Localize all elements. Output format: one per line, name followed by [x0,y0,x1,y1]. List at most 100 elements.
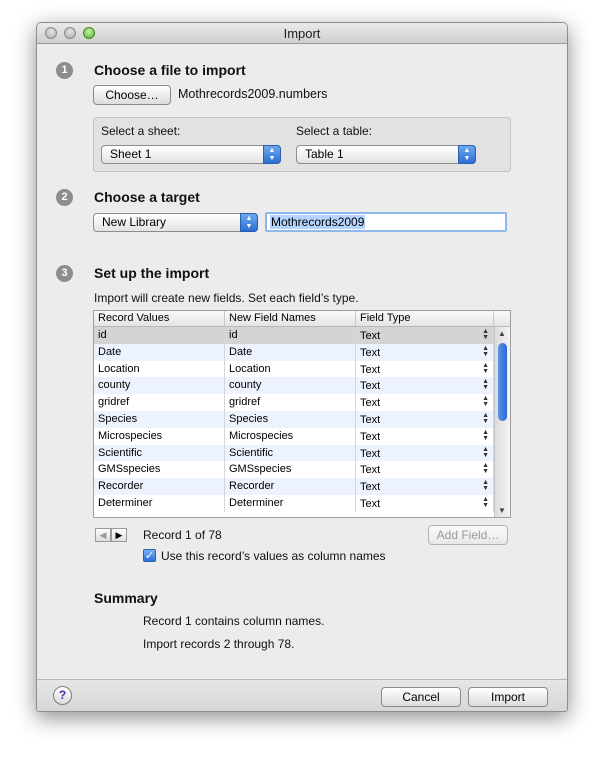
table-row[interactable]: gridref gridref Text ▲ ▼ [94,394,494,411]
record-value-cell: Date [94,343,225,361]
field-type-select[interactable]: Text ▲ ▼ [356,327,494,344]
table-row[interactable]: county county Text ▲ ▼ [94,377,494,395]
field-name-cell[interactable]: Microspecies [225,427,356,445]
use-column-names-checkbox[interactable]: ✓ [143,549,156,562]
table-body: id id Text ▲ ▼ Date Date Text ▲ ▼ Location L… [94,327,494,512]
scroll-thumb[interactable] [498,343,507,421]
table-row[interactable]: Species Species Text ▲ ▼ [94,410,494,428]
record-value-cell: Location [94,360,225,378]
field-name-cell[interactable]: GMSspecies [225,461,356,479]
stepper-arrows-icon: ▲ ▼ [482,328,489,341]
record-value-cell: Species [94,410,225,428]
field-type-select[interactable]: Text ▲ ▼ [356,461,494,479]
stepper-arrows-icon: ▲ ▼ [482,378,489,392]
summary-line-2: Import records 2 through 78. [143,637,295,651]
field-type-select[interactable]: Text ▲ ▼ [356,360,494,378]
scroll-up-icon[interactable]: ▲ [498,329,506,338]
field-name-cell[interactable]: Recorder [225,478,356,495]
table-row[interactable]: Scientific Scientific Text ▲ ▼ [94,444,494,462]
import-description: Import will create new fields. Set each … [94,291,359,305]
popup-arrows-icon: ▲ ▼ [240,213,258,232]
stepper-arrows-icon: ▲ ▼ [482,344,489,358]
table-select[interactable]: Table 1 ▲ ▼ [296,145,476,164]
target-select[interactable]: New Library ▲ ▼ [93,213,258,232]
field-name-cell[interactable]: Determiner [225,494,356,512]
field-type-select[interactable]: Text ▲ ▼ [356,444,494,462]
use-column-names-label[interactable]: Use this record’s values as column names [161,549,386,563]
table-row[interactable]: Determiner Determiner Text ▲ ▼ [94,494,494,512]
field-type-select[interactable]: Text ▲ ▼ [356,427,494,445]
table-header: Record Values New Field Names Field Type [94,311,510,327]
target-select-value: New Library [102,215,167,229]
step-3-heading: Set up the import [94,265,210,281]
import-dialog: Import 1 Choose a file to import Choose…… [36,22,568,712]
select-table-label: Select a table: [296,124,373,138]
table-row[interactable]: Recorder Recorder Text ▲ ▼ [94,478,494,495]
table-row[interactable]: Location Location Text ▲ ▼ [94,360,494,378]
stepper-arrows-icon: ▲ ▼ [482,361,489,375]
stepper-arrows-icon: ▲ ▼ [482,445,489,459]
sheet-select-value: Sheet 1 [110,147,152,161]
field-mapping-table: Record Values New Field Names Field Type… [93,310,511,518]
step-1-heading: Choose a file to import [94,62,246,78]
table-select-value: Table 1 [305,147,344,161]
cancel-button[interactable]: Cancel [381,687,461,707]
step-2-heading: Choose a target [94,189,200,205]
table-row[interactable]: Microspecies Microspecies Text ▲ ▼ [94,427,494,445]
step-3-badge: 3 [56,265,73,282]
stepper-arrows-icon: ▲ ▼ [482,428,489,442]
popup-arrows-icon: ▲ ▼ [458,145,476,164]
popup-arrows-icon: ▲ ▼ [263,145,281,164]
field-name-cell[interactable]: Species [225,410,356,428]
file-name: Mothrecords2009.numbers [178,87,328,101]
record-value-cell: Recorder [94,478,225,495]
help-icon[interactable]: ? [53,686,72,705]
stepper-arrows-icon: ▲ ▼ [482,479,489,493]
column-header-record-values[interactable]: Record Values [94,311,225,326]
field-type-select[interactable]: Text ▲ ▼ [356,343,494,361]
window-title: Import [283,26,321,41]
stepper-arrows-icon: ▲ ▼ [482,495,489,509]
record-value-cell: GMSspecies [94,461,225,479]
previous-record-button[interactable]: ◀ [95,528,111,542]
field-name-cell[interactable]: gridref [225,394,356,411]
column-header-field-type[interactable]: Field Type [356,311,494,326]
add-field-button[interactable]: Add Field… [428,525,508,545]
record-status: Record 1 of 78 [143,528,222,542]
record-value-cell: id [94,327,225,344]
field-name-cell[interactable]: Date [225,343,356,361]
field-name-cell[interactable]: id [225,327,356,344]
table-scrollbar[interactable]: ▲ ▼ [494,327,510,517]
summary-heading: Summary [94,590,158,606]
field-type-select[interactable]: Text ▲ ▼ [356,377,494,395]
summary-line-1: Record 1 contains column names. [143,614,325,628]
next-record-button[interactable]: ▶ [111,528,127,542]
sheet-select[interactable]: Sheet 1 ▲ ▼ [101,145,281,164]
table-row[interactable]: Date Date Text ▲ ▼ [94,343,494,361]
select-sheet-label: Select a sheet: [101,124,181,138]
stepper-arrows-icon: ▲ ▼ [482,462,489,476]
column-header-field-names[interactable]: New Field Names [225,311,356,326]
record-value-cell: gridref [94,394,225,411]
table-row[interactable]: id id Text ▲ ▼ [94,327,494,344]
table-row[interactable]: GMSspecies GMSspecies Text ▲ ▼ [94,461,494,479]
field-type-select[interactable]: Text ▲ ▼ [356,494,494,512]
sheet-table-group: Select a sheet: Select a table: Sheet 1 … [93,117,511,172]
choose-file-button[interactable]: Choose… [93,85,171,105]
field-name-cell[interactable]: Location [225,360,356,378]
field-type-select[interactable]: Text ▲ ▼ [356,410,494,428]
import-button[interactable]: Import [468,687,548,707]
field-type-select[interactable]: Text ▲ ▼ [356,478,494,495]
record-value-cell: Scientific [94,444,225,462]
scroll-down-icon[interactable]: ▼ [498,506,506,515]
field-type-select[interactable]: Text ▲ ▼ [356,394,494,411]
title-bar[interactable]: Import [37,23,567,44]
field-name-cell[interactable]: county [225,377,356,395]
record-value-cell: county [94,377,225,395]
step-2-badge: 2 [56,189,73,206]
field-name-cell[interactable]: Scientific [225,444,356,462]
library-name-value: Mothrecords2009 [270,215,366,229]
dialog-footer: ? Cancel Import [37,679,567,711]
step-1-badge: 1 [56,62,73,79]
library-name-field[interactable]: Mothrecords2009 [265,212,507,232]
